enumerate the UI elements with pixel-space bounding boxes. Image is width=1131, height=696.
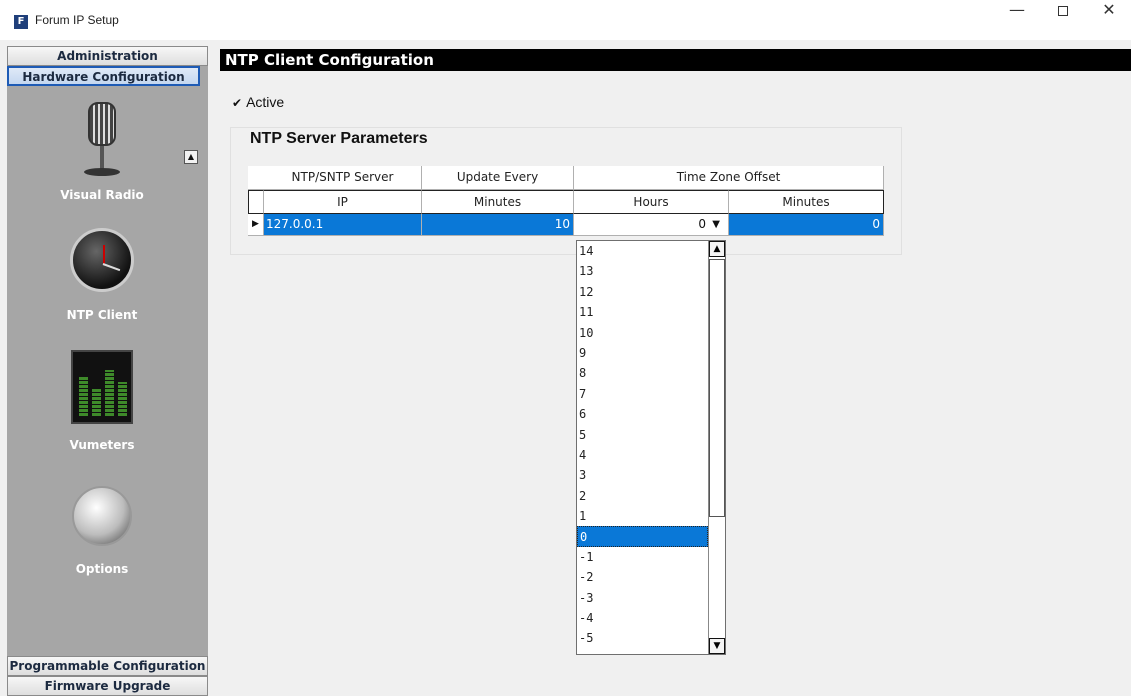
dropdown-option[interactable]: -5 (577, 628, 708, 648)
sidebar-item-options[interactable]: Options (7, 486, 197, 576)
tz-minutes-cell[interactable]: 0 (729, 214, 884, 236)
sidebar-section-programmable-configuration[interactable]: Programmable Configuration (7, 656, 208, 676)
column-group-header: Update Every (422, 166, 574, 190)
row-indicator-icon: ▶ (248, 214, 264, 236)
column-group-header: NTP/SNTP Server (264, 166, 422, 190)
update-minutes-cell[interactable]: 10 (422, 214, 574, 236)
app-icon: F (14, 15, 28, 29)
dropdown-option[interactable]: 11 (577, 302, 708, 322)
dropdown-option[interactable]: 12 (577, 282, 708, 302)
chevron-down-icon[interactable]: ▼ (712, 214, 720, 235)
dropdown-option[interactable]: 8 (577, 363, 708, 383)
dropdown-option[interactable]: 7 (577, 384, 708, 404)
dropdown-option[interactable]: -4 (577, 608, 708, 628)
maximize-icon (1058, 5, 1068, 16)
scroll-down-icon[interactable]: ▼ (709, 638, 725, 654)
scrollbar-thumb[interactable] (709, 259, 725, 517)
sidebar-item-label: NTP Client (66, 308, 138, 322)
check-icon: ✔ (232, 96, 243, 110)
dropdown-option[interactable]: 3 (577, 465, 708, 485)
sidebar-item-vumeters[interactable]: Vumeters (7, 350, 197, 452)
column-group-header: Time Zone Offset (574, 166, 884, 190)
close-button[interactable]: ✕ (1086, 0, 1131, 40)
row-header-column (248, 190, 264, 214)
sidebar-item-ntp-client[interactable]: NTP Client (7, 228, 197, 322)
column-header[interactable]: IP (264, 190, 422, 214)
dropdown-option[interactable]: 14 (577, 241, 708, 261)
sidebar-item-visual-radio[interactable]: Visual Radio (7, 102, 197, 202)
microphone-icon (82, 102, 122, 182)
dropdown-scrollbar[interactable]: ▲ ▼ (708, 241, 725, 654)
sidebar-item-label: Vumeters (69, 438, 135, 452)
table-corner (248, 166, 264, 190)
dropdown-option[interactable]: 4 (577, 445, 708, 465)
dropdown-option[interactable]: 13 (577, 261, 708, 281)
ip-cell[interactable]: 127.0.0.1 (264, 214, 422, 236)
gear-icon (72, 486, 132, 546)
sidebar-section-firmware-upgrade[interactable]: Firmware Upgrade (7, 676, 208, 696)
column-header[interactable]: Minutes (422, 190, 574, 214)
dropdown-option[interactable]: 9 (577, 343, 708, 363)
dropdown-option[interactable]: 0 (577, 526, 708, 547)
tz-hours-dropdown-list: 14 13 12 11 10 9 8 7 6 5 4 3 2 1 0 -1 -2 -3 -4 -5 ▲ ▼ (576, 240, 726, 655)
sidebar-item-label: Visual Radio (60, 188, 144, 202)
maximize-button[interactable] (1040, 0, 1086, 40)
tz-hours-value: 0 (698, 217, 706, 231)
tz-hours-combobox[interactable]: 0 ▼ (574, 214, 729, 236)
page-title: NTP Client Configuration (220, 49, 1131, 71)
column-header[interactable]: Minutes (729, 190, 884, 214)
column-header[interactable]: Hours (574, 190, 729, 214)
sidebar-item-label: Options (75, 562, 129, 576)
sidebar-section-administration[interactable]: Administration (7, 46, 208, 66)
dropdown-option[interactable]: 1 (577, 506, 708, 526)
vumeter-icon (71, 350, 133, 424)
dropdown-option[interactable]: -2 (577, 567, 708, 587)
table-row[interactable]: ▶ 127.0.0.1 10 0 ▼ 0 (248, 214, 884, 236)
dropdown-option[interactable]: -3 (577, 588, 708, 608)
scroll-up-icon[interactable]: ▲ (709, 241, 725, 257)
active-label: Active (246, 94, 285, 110)
dropdown-option[interactable]: 6 (577, 404, 708, 424)
dropdown-option[interactable]: 10 (577, 323, 708, 343)
dropdown-options: 14 13 12 11 10 9 8 7 6 5 4 3 2 1 0 -1 -2 -3 -4 -5 (577, 241, 708, 649)
sidebar-section-hardware-configuration[interactable]: Hardware Configuration (7, 66, 200, 86)
group-title: NTP Server Parameters (250, 130, 428, 147)
sidebar: Administration Hardware Configuration ▲ … (7, 46, 208, 696)
window-title: Forum IP Setup (35, 13, 119, 27)
active-checkbox[interactable]: ✔ Active (232, 94, 284, 110)
clock-icon (70, 228, 134, 292)
title-bar: F Forum IP Setup — ✕ (0, 0, 1131, 40)
dropdown-option[interactable]: 5 (577, 425, 708, 445)
minimize-button[interactable]: — (994, 0, 1040, 40)
dropdown-option[interactable]: -1 (577, 547, 708, 567)
dropdown-option[interactable]: 2 (577, 486, 708, 506)
